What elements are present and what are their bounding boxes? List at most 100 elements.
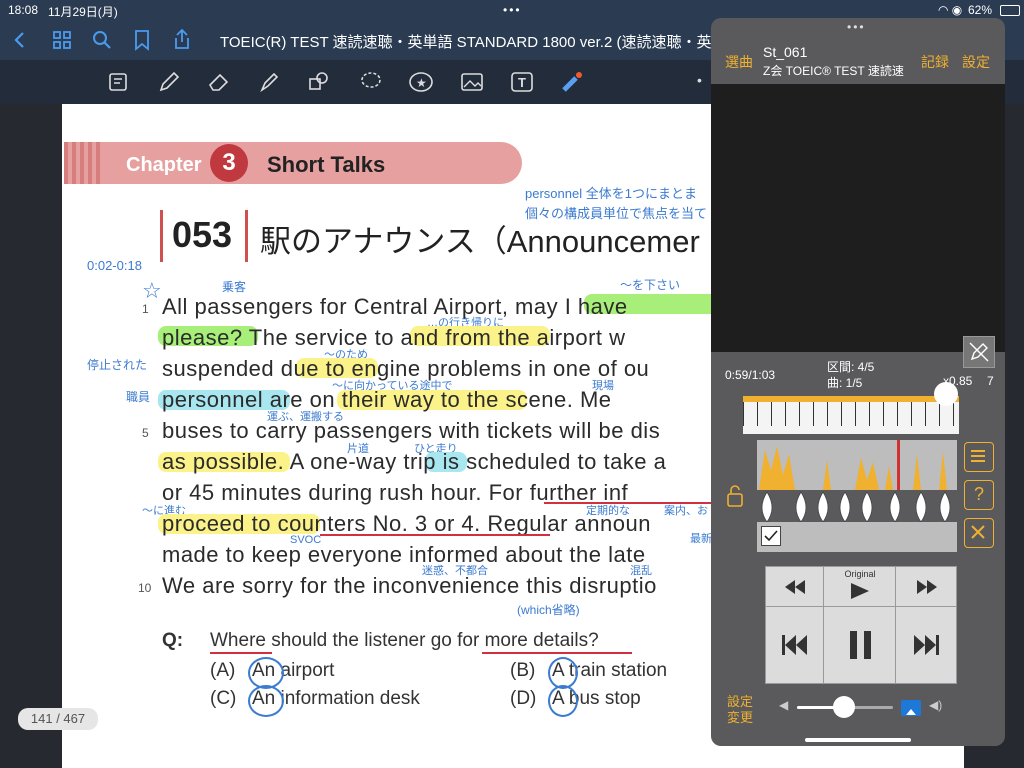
line-number-5: 5 xyxy=(142,426,149,440)
image-tool-icon[interactable] xyxy=(460,70,484,94)
search-icon[interactable] xyxy=(92,30,112,50)
record-button[interactable]: 記録 xyxy=(921,52,949,72)
body-line-5: buses to carry passengers with tickets w… xyxy=(162,418,661,443)
status-date: 11月29日(月) xyxy=(48,5,118,19)
timeline-slider-thumb[interactable] xyxy=(934,382,958,406)
question-text: Where should the listener go for more de… xyxy=(210,630,599,651)
next-track-button[interactable] xyxy=(895,606,957,684)
lasso-tool-icon[interactable] xyxy=(359,70,383,94)
body-line-3: suspended due to engine problems in one … xyxy=(162,356,650,381)
share-icon[interactable] xyxy=(172,28,192,50)
choice-a-key[interactable]: (A) xyxy=(210,660,235,682)
choice-b-key[interactable]: (B) xyxy=(510,660,535,682)
status-time: 18:08 xyxy=(8,3,39,17)
underline-where xyxy=(210,652,272,654)
battery-icon xyxy=(1000,5,1020,16)
note-passenger: 乗客 xyxy=(222,280,247,294)
speed-step: 7 xyxy=(987,374,994,388)
side-note-personnel: 職員 xyxy=(126,390,151,404)
grid-icon[interactable] xyxy=(52,30,72,50)
circle-mark-d xyxy=(548,685,578,717)
body-line-4: personnel are on their way to the scene.… xyxy=(162,387,612,412)
highlighter-tool-icon[interactable] xyxy=(257,70,281,94)
status-battery: 62% xyxy=(968,3,993,17)
chapter-number-badge: 3 xyxy=(210,144,248,182)
select-track-button[interactable]: 選曲 xyxy=(725,52,753,72)
top-note-1: personnel 全体を1つにまとま xyxy=(525,186,697,201)
volume-low-icon: ◀ xyxy=(779,698,789,712)
shapes-tool-icon[interactable] xyxy=(307,70,331,94)
airplay-icon[interactable] xyxy=(901,700,921,716)
note-announcement: 案内、お xyxy=(664,505,708,517)
timeline-ruler[interactable] xyxy=(743,396,959,434)
help-icon[interactable]: ? xyxy=(964,480,994,510)
volume-slider-thumb[interactable] xyxy=(833,696,855,718)
play-original-button[interactable]: Original xyxy=(823,566,897,608)
item-rule-left xyxy=(160,210,163,262)
segment-bar[interactable] xyxy=(757,522,957,552)
item-number: 053 xyxy=(172,214,233,255)
song-indicator: 曲: 1/5 xyxy=(827,376,863,390)
previous-track-button[interactable] xyxy=(765,606,825,684)
audio-player-panel: ••• 選曲 St_061 Z会 TOEIC® TEST 速読速 記録 設定 0… xyxy=(711,18,1005,746)
choice-d-key[interactable]: (D) xyxy=(510,688,536,710)
settings-change-button[interactable]: 設定 変更 xyxy=(727,694,753,726)
svg-text:T: T xyxy=(518,75,526,90)
choice-c-key[interactable]: (C) xyxy=(210,688,236,710)
chapter-label: Chapter xyxy=(126,154,202,176)
bookmark-icon[interactable] xyxy=(132,29,152,51)
segment-checkbox[interactable] xyxy=(761,526,781,546)
body-line-2: please? The service to and from the airp… xyxy=(162,325,626,350)
pen-tool-icon[interactable] xyxy=(157,70,181,94)
line-number-1: 1 xyxy=(142,302,149,316)
body-line-9: made to keep everyone informed about the… xyxy=(162,542,646,567)
pause-button[interactable] xyxy=(823,606,897,684)
eraser-tool-icon[interactable] xyxy=(207,70,231,94)
body-line-6: as possible. A one-way trip is scheduled… xyxy=(162,449,667,474)
fast-forward-button[interactable] xyxy=(895,566,957,608)
svg-text:★: ★ xyxy=(416,76,427,90)
track-subtitle: Z会 TOEIC® TEST 速読速 xyxy=(763,64,904,78)
underline-more-details xyxy=(482,652,632,654)
note-please-give: 〜を下さい xyxy=(620,278,681,292)
original-label: Original xyxy=(844,569,876,579)
document-title: TOEIC(R) TEST 速読速聴・英単語 STANDARD 1800 ver… xyxy=(220,34,712,51)
body-line-10: We are sorry for the inconvenience this … xyxy=(162,573,657,598)
close-x-icon[interactable] xyxy=(964,518,994,548)
home-indicator xyxy=(805,738,911,742)
player-drag-dots-icon[interactable]: ••• xyxy=(847,20,866,34)
toolbar-more-icon[interactable]: • xyxy=(697,72,702,88)
item-title: 駅のアナウンス（Announcemer xyxy=(260,224,700,259)
note-which-omitted: (which省略) xyxy=(517,603,580,617)
reading-mode-icon[interactable] xyxy=(107,70,131,94)
line-number-10: 10 xyxy=(138,581,152,595)
settings-button[interactable]: 設定 xyxy=(962,52,990,72)
unlock-icon[interactable] xyxy=(725,484,745,508)
playback-time: 0:59/1:03 xyxy=(725,368,776,382)
page-counter: 141 / 467 xyxy=(18,708,98,730)
waveform-display[interactable] xyxy=(757,440,957,490)
question-label: Q: xyxy=(162,630,184,651)
multitask-dots-icon[interactable]: ••• xyxy=(503,3,522,17)
sticker-star-icon[interactable]: ★ xyxy=(409,70,433,94)
chapter-banner-stripes xyxy=(64,142,100,184)
underline-further-info xyxy=(544,502,714,504)
status-bar: 18:08 11月29日(月) ••• ◠ ◉ 62% xyxy=(0,0,1024,20)
item-rule-right xyxy=(245,210,248,262)
circle-mark-c xyxy=(248,685,284,717)
chapter-title: Short Talks xyxy=(267,152,386,177)
edit-toggle-icon[interactable] xyxy=(963,336,995,368)
back-chevron-icon[interactable] xyxy=(10,30,30,50)
list-menu-icon[interactable] xyxy=(964,442,994,472)
player-black-area xyxy=(711,84,1005,352)
laser-pointer-icon[interactable] xyxy=(560,70,584,94)
side-note-suspended: 停止された xyxy=(87,358,148,372)
timeline-ticks xyxy=(743,402,959,426)
text-tool-icon[interactable]: T xyxy=(510,70,534,94)
body-line-1: All passengers for Central Airport, may … xyxy=(162,294,628,319)
rewind-button[interactable] xyxy=(765,566,825,608)
track-name: St_061 xyxy=(763,44,808,60)
volume-high-icon: ◀) xyxy=(929,698,943,712)
underline-counters xyxy=(320,534,550,536)
section-indicator: 区間: 4/5 xyxy=(827,360,875,374)
